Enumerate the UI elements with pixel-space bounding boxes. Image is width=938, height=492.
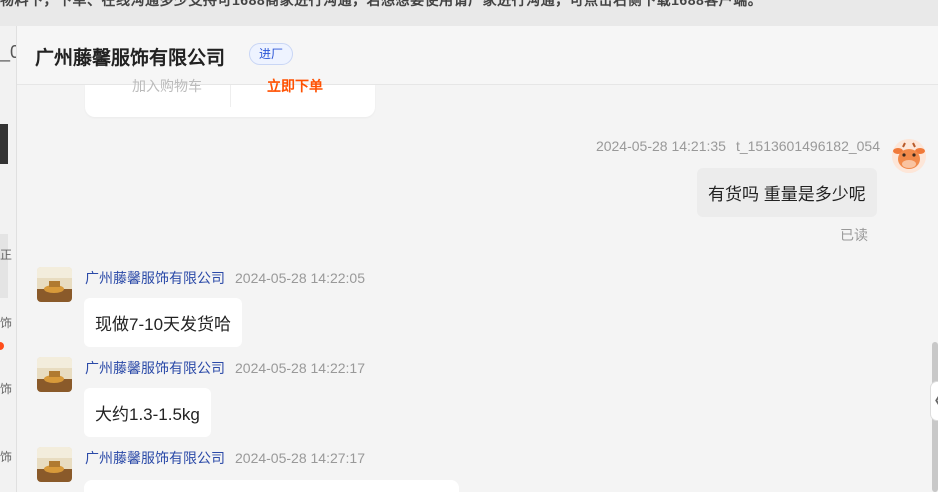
background-notice-text: 物料下，下单、在线沟通多少支持可1688商家进行沟通，若想想要使用请广家进行沟通… [0,0,763,8]
background-fragment: 饰 [0,382,13,396]
background-fragment: 饰 [0,316,13,330]
background-block [0,124,8,164]
message-time: 2024-05-28 14:22:05 [235,270,365,286]
buy-now-button[interactable]: 立即下单 [267,76,323,96]
chat-panel: 广州藤馨服饰有限公司 进厂 加入购物车 立即下单 2024-05-28 14:2… [17,26,938,492]
message-sender-line: 广州藤馨服饰有限公司 2024-05-28 14:22:05 [85,268,365,288]
sender-name[interactable]: 广州藤馨服饰有限公司 [85,270,225,286]
factory-tag[interactable]: 进厂 [249,43,294,65]
background-badge-dot [0,342,4,350]
message-sender-line: 广州藤馨服饰有限公司 2024-05-28 14:27:17 [85,448,365,468]
shop-logo-icon[interactable] [37,357,72,392]
cow-avatar-icon[interactable] [892,139,926,173]
message-sender-line: 广州藤馨服饰有限公司 2024-05-28 14:22:17 [85,358,365,378]
my-message-meta: 2024-05-28 14:21:35 t_1513601496182_054 [596,138,880,154]
shop-message-bubble: 大约1.3-1.5kg [84,388,211,437]
add-to-cart-button[interactable]: 加入购物车 [132,76,202,96]
shop-logo-icon[interactable] [37,447,72,482]
my-message-time: 2024-05-28 14:21:35 [595,138,726,154]
shop-message-bubble [84,480,459,492]
sender-name[interactable]: 广州藤馨服饰有限公司 [85,450,225,466]
background-left-column: _0 正 饰 饰 饰 [0,26,17,492]
background-fragment: _0 [0,42,16,62]
card-divider [230,85,231,107]
shop-message-bubble: 现做7-10天发货哈 [84,298,243,347]
chevron-left-icon[interactable]: ❮ [930,381,938,421]
previous-product-card: 加入购物车 立即下单 [85,78,375,117]
background-fragment: 饰 [0,450,13,464]
read-status: 已读 [840,227,868,243]
sender-name[interactable]: 广州藤馨服饰有限公司 [85,360,225,376]
background-fragment: 正 [0,248,13,262]
shop-logo-icon[interactable] [37,267,72,302]
my-user-id: t_1513601496182_054 [735,138,880,154]
shop-title: 广州藤馨服饰有限公司 [35,48,226,69]
background-block [0,234,8,298]
message-time: 2024-05-28 14:27:17 [235,450,365,466]
background-notice-bar: 物料下，下单、在线沟通多少支持可1688商家进行沟通，若想想要使用请广家进行沟通… [0,0,938,26]
message-time: 2024-05-28 14:22:17 [235,360,365,376]
my-message-bubble: 有货吗 重量是多少呢 [697,168,877,217]
